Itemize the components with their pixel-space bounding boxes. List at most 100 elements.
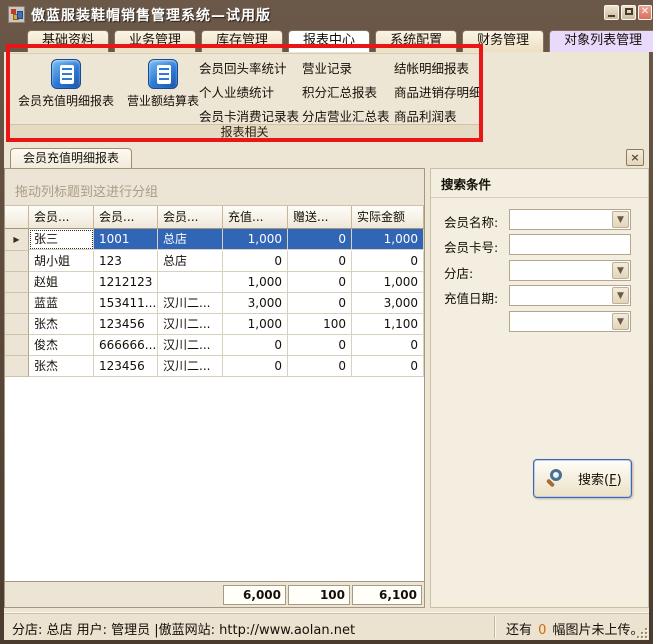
ribbon-link[interactable]: 营业记录 — [302, 61, 390, 77]
column-header[interactable]: 会员... — [94, 206, 158, 229]
cell[interactable]: 俊杰 — [29, 335, 94, 356]
ribbon-link[interactable]: 结帐明细报表 — [394, 61, 482, 77]
combo-input[interactable]: ▼ — [509, 260, 631, 281]
cell[interactable]: 张杰 — [29, 314, 94, 335]
cell[interactable]: 张三 — [29, 229, 94, 250]
cell[interactable]: 0 — [223, 356, 288, 377]
cell[interactable]: 153411... — [94, 293, 158, 314]
table-row[interactable]: 赵姐1212123 1,00001,000 — [5, 272, 424, 293]
cell[interactable]: 123456 — [94, 356, 158, 377]
chevron-down-icon[interactable]: ▼ — [612, 211, 629, 228]
menu-tab-4[interactable]: 系统配置 — [375, 30, 457, 52]
chevron-down-icon[interactable]: ▼ — [612, 313, 629, 330]
close-button[interactable]: ✕ — [638, 5, 652, 20]
cell[interactable]: 汉川二... — [158, 314, 223, 335]
cell[interactable]: 123 — [94, 251, 158, 272]
search-field-3: 充值日期:▼ — [431, 285, 648, 306]
grid-totals-row: 6,0001006,100 — [5, 581, 424, 607]
big-button-turnover-settlement[interactable]: 营业额结算表 — [121, 57, 205, 121]
big-button-member-recharge-report[interactable]: 会员充值明细报表 — [11, 57, 121, 121]
cell[interactable]: 赵姐 — [29, 272, 94, 293]
column-header[interactable]: 实际金额 — [352, 206, 424, 229]
ribbon-link[interactable]: 分店营业汇总表 — [302, 109, 390, 125]
totals-spacer — [158, 582, 223, 607]
cell[interactable]: 汉川二... — [158, 335, 223, 356]
doc-tab-close-button[interactable]: × — [626, 149, 644, 166]
cell[interactable]: 1,000 — [352, 229, 424, 250]
cell[interactable]: 0 — [223, 251, 288, 272]
grid-groupby-bar[interactable]: 拖动列标题到这进行分组 — [5, 169, 424, 206]
ribbon-link[interactable]: 会员回头率统计 — [199, 61, 299, 77]
cell[interactable]: 1,000 — [352, 272, 424, 293]
totals-value: 6,000 — [223, 585, 286, 605]
table-row[interactable]: 俊杰666666...汉川二...000 — [5, 335, 424, 356]
menu-tab-1[interactable]: 业务管理 — [114, 30, 196, 52]
cell[interactable]: 张杰 — [29, 356, 94, 377]
column-header[interactable]: 赠送... — [288, 206, 352, 229]
column-header[interactable]: 会员... — [158, 206, 223, 229]
chevron-down-icon[interactable]: ▼ — [612, 287, 629, 304]
chevron-down-icon[interactable]: ▼ — [612, 262, 629, 279]
cell[interactable]: 3,000 — [352, 293, 424, 314]
ribbon-link[interactable]: 商品利润表 — [394, 109, 482, 125]
resize-grip[interactable] — [635, 626, 647, 638]
doc-tab-member-recharge-report[interactable]: 会员充值明细报表 — [10, 148, 132, 168]
ribbon-link[interactable]: 个人业绩统计 — [199, 85, 299, 101]
cell[interactable]: 0 — [223, 335, 288, 356]
cell[interactable]: 1001 — [94, 229, 158, 250]
groupby-hint: 拖动列标题到这进行分组 — [15, 181, 158, 200]
cell[interactable]: 0 — [288, 293, 352, 314]
main-menu-tabs: 基础资料业务管理库存管理报表中心系统配置财务管理对象列表管理 — [27, 30, 653, 52]
pending-images-count: 0 — [536, 623, 548, 638]
cell[interactable]: 1,000 — [223, 314, 288, 335]
cell[interactable]: 123456 — [94, 314, 158, 335]
menu-tab-5[interactable]: 财务管理 — [462, 30, 544, 52]
ribbon-link[interactable]: 会员卡消费记录表 — [199, 109, 299, 125]
cell[interactable]: 0 — [288, 272, 352, 293]
cell[interactable]: 0 — [288, 251, 352, 272]
cell[interactable]: 0 — [352, 335, 424, 356]
cell[interactable]: 0 — [288, 356, 352, 377]
cell[interactable]: 100 — [288, 314, 352, 335]
cell[interactable]: 1,000 — [223, 272, 288, 293]
text-input[interactable] — [509, 234, 631, 255]
totals-spacer — [29, 582, 94, 607]
maximize-button[interactable] — [621, 5, 636, 20]
cell[interactable]: 胡小姐 — [29, 251, 94, 272]
table-row[interactable]: 蓝蓝153411...汉川二...3,00003,000 — [5, 293, 424, 314]
menu-tab-2[interactable]: 库存管理 — [201, 30, 283, 52]
minimize-button[interactable] — [604, 5, 619, 20]
cell[interactable]: 蓝蓝 — [29, 293, 94, 314]
cell[interactable]: 总店 — [158, 251, 223, 272]
grid-header-row: 会员...会员...会员...充值...赠送...实际金额 — [5, 206, 424, 229]
combo-input[interactable]: ▼ — [509, 311, 631, 332]
column-header[interactable]: 充值... — [223, 206, 288, 229]
cell[interactable]: 666666... — [94, 335, 158, 356]
cell[interactable] — [158, 272, 223, 293]
report-doc-icon — [148, 59, 178, 89]
cell[interactable]: 0 — [288, 335, 352, 356]
cell[interactable]: 总店 — [158, 229, 223, 250]
table-row[interactable]: 胡小姐123总店000 — [5, 251, 424, 272]
cell[interactable]: 汉川二... — [158, 356, 223, 377]
combo-input[interactable]: ▼ — [509, 285, 631, 306]
menu-tab-3[interactable]: 报表中心 — [288, 30, 370, 52]
ribbon-link[interactable]: 积分汇总报表 — [302, 85, 390, 101]
cell[interactable]: 1212123 — [94, 272, 158, 293]
cell[interactable]: 1,100 — [352, 314, 424, 335]
cell[interactable]: 0 — [352, 356, 424, 377]
column-header[interactable]: 会员... — [29, 206, 94, 229]
table-row[interactable]: 张杰123456汉川二...1,0001001,100 — [5, 314, 424, 335]
table-row[interactable]: ▶张三1001总店1,00001,000 — [5, 229, 424, 251]
search-button[interactable]: 搜索(F) — [533, 459, 632, 498]
cell[interactable]: 0 — [352, 251, 424, 272]
table-row[interactable]: 张杰123456汉川二...000 — [5, 356, 424, 377]
cell[interactable]: 1,000 — [223, 229, 288, 250]
cell[interactable]: 汉川二... — [158, 293, 223, 314]
ribbon-link[interactable]: 商品进销存明细 — [394, 85, 482, 101]
cell[interactable]: 0 — [288, 229, 352, 250]
combo-input[interactable]: ▼ — [509, 209, 631, 230]
cell[interactable]: 3,000 — [223, 293, 288, 314]
menu-tab-6[interactable]: 对象列表管理 — [549, 30, 653, 52]
menu-tab-0[interactable]: 基础资料 — [27, 30, 109, 52]
